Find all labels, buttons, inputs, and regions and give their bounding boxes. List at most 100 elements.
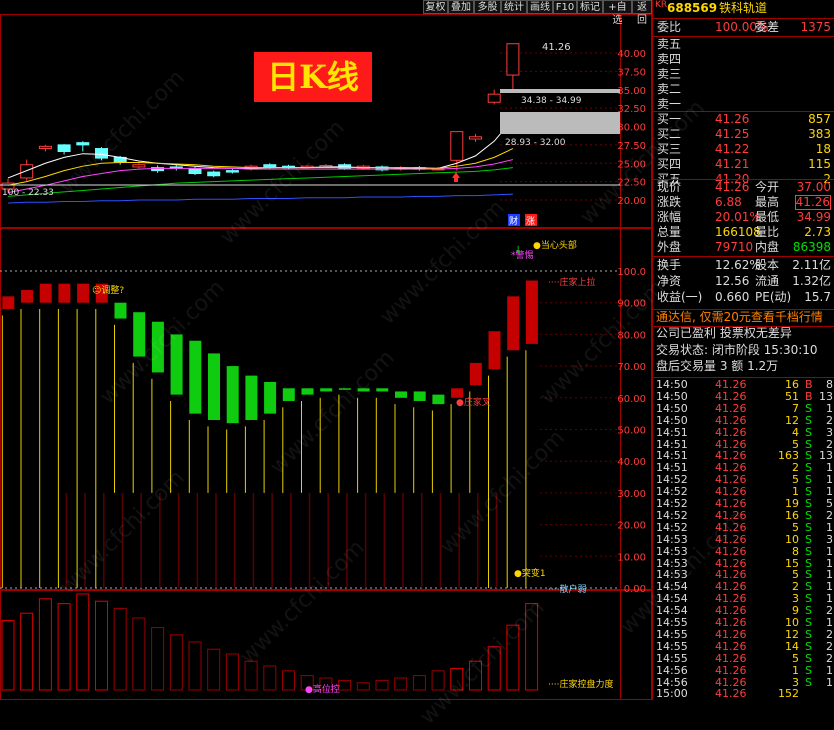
price-candle[interactable] [506,43,520,90]
price-candle[interactable] [132,163,146,169]
osc-bar[interactable] [432,394,445,405]
osc-bar[interactable] [376,388,389,392]
quote-label: 现价 [657,180,682,194]
osc-bar[interactable] [469,362,482,386]
osc-bar[interactable] [2,296,15,310]
quote-value: 79710 [715,240,754,254]
toolbar-button-1[interactable]: 叠加 [448,0,474,14]
price-candle[interactable] [487,89,501,105]
osc-bar[interactable] [226,366,239,424]
control-bar[interactable] [1,619,15,691]
control-bar[interactable] [57,603,71,691]
osc-bar[interactable] [395,391,407,398]
toolbar-button-7[interactable]: +自选 [603,0,632,26]
notice-text[interactable]: 通达信, 仅需20元查看千档行情 [656,310,823,325]
control-bar[interactable] [188,641,202,691]
tick-time: 14:53 [656,532,688,546]
buy-row: 买三 41.22 18 [653,142,834,157]
osc-bar[interactable] [525,280,538,344]
price-candle[interactable] [375,165,389,172]
tick-row: 14:56 41.26 1 S 1 [653,664,834,677]
indicator-tick-label: 100.0 [617,267,646,278]
control-bar[interactable] [76,593,90,691]
control-bar[interactable] [394,677,408,691]
toolbar-button-5[interactable]: F10 [553,0,577,14]
osc-bar[interactable] [189,340,202,414]
control-bar[interactable] [169,634,183,691]
osc-bar[interactable] [245,375,258,420]
osc-bar[interactable] [77,283,90,303]
price-candle[interactable] [469,133,482,142]
price-candle[interactable] [57,144,71,155]
price-candle[interactable] [169,164,183,171]
tick-time: 14:55 [656,651,688,665]
control-bar[interactable] [225,653,239,691]
toolbar-button-0[interactable]: 复权 [423,0,448,14]
indicator-tick-label: 20.00 [617,521,646,532]
quote-value-2: 86398 [792,240,831,254]
tick-side: S [805,401,812,415]
osc-label-retail: ····散户弱 [548,583,586,595]
control-bar[interactable] [38,598,52,691]
control-bar[interactable] [113,607,127,691]
company-text: 公司已盈利 投票权无差异 [656,326,792,340]
toolbar-button-2[interactable]: 多股 [474,0,501,14]
price-candle[interactable] [225,169,239,174]
notice-row[interactable]: 通达信, 仅需20元查看千档行情 [653,310,834,325]
buy-volume: 18 [815,142,831,156]
osc-bar[interactable] [451,388,464,398]
osc-bar[interactable] [488,331,501,370]
tick-price: 41.26 [715,687,747,701]
after-hours-text: 盘后交易量 3 额 1.2万 [656,359,779,373]
toolbar-button-3[interactable]: 统计 [501,0,527,14]
quote-value-2: 37.00 [796,180,831,194]
tick-count: 2 [826,651,833,665]
low-range-label: 100 - 22.33 [2,188,54,198]
quote-row: 现价 41.26 今开 37.00 [653,180,834,195]
control-bar[interactable] [263,665,277,691]
osc-bar[interactable] [21,290,33,303]
trade-status-row: 交易状态: 闭市阶段 15:30:10 [653,343,834,358]
tick-volume: 14 [785,639,799,653]
tick-row: 14:51 41.26 4 S 3 [653,426,834,439]
control-bar[interactable] [151,627,165,691]
osc-bar[interactable] [114,302,127,319]
osc-bar[interactable] [208,353,220,420]
osc-bar[interactable] [264,381,277,414]
resistance-band-2 [500,112,620,134]
cai-label: 财 [509,215,518,227]
control-bar[interactable] [412,675,426,691]
control-bar[interactable] [375,679,389,691]
tick-time: 14:50 [656,413,688,427]
price-candle[interactable] [151,165,165,173]
buy-arrow-icon [452,172,460,182]
control-bar[interactable] [132,617,146,691]
resistance-band-1 [500,89,620,93]
control-bar[interactable] [95,600,108,691]
price-candle[interactable] [207,170,221,178]
osc-bar[interactable] [301,388,314,395]
sell-label: 卖三 [657,67,682,81]
osc-bar[interactable] [282,388,295,401]
osc-bar[interactable] [39,283,52,303]
sell-label: 卖五 [657,37,682,51]
osc-bar[interactable] [58,283,71,303]
price-tick-label: 30.00 [617,123,646,134]
control-bar[interactable] [338,679,352,691]
range-label-1: 34.38 - 34.99 [521,96,582,106]
toolbar-button-6[interactable]: 标记 [577,0,603,14]
stat-value-2: 15.7 [804,290,831,304]
osc-bar[interactable] [413,391,426,401]
control-bar[interactable] [282,670,295,691]
control-bar[interactable] [207,648,221,691]
quote-row: 涨跌 6.88 最高 41.26 [653,195,834,210]
control-bar[interactable] [356,682,370,691]
price-candle[interactable] [38,144,52,152]
osc-bar[interactable] [507,296,520,351]
volume-label-control: ····庄家控盘力度 [548,678,613,690]
control-bar[interactable] [20,612,34,691]
toolbar-button-8[interactable]: 返回 [632,0,652,26]
osc-bar[interactable] [320,388,333,392]
toolbar-button-4[interactable]: 画线 [527,0,553,14]
tick-side: S [805,651,812,665]
